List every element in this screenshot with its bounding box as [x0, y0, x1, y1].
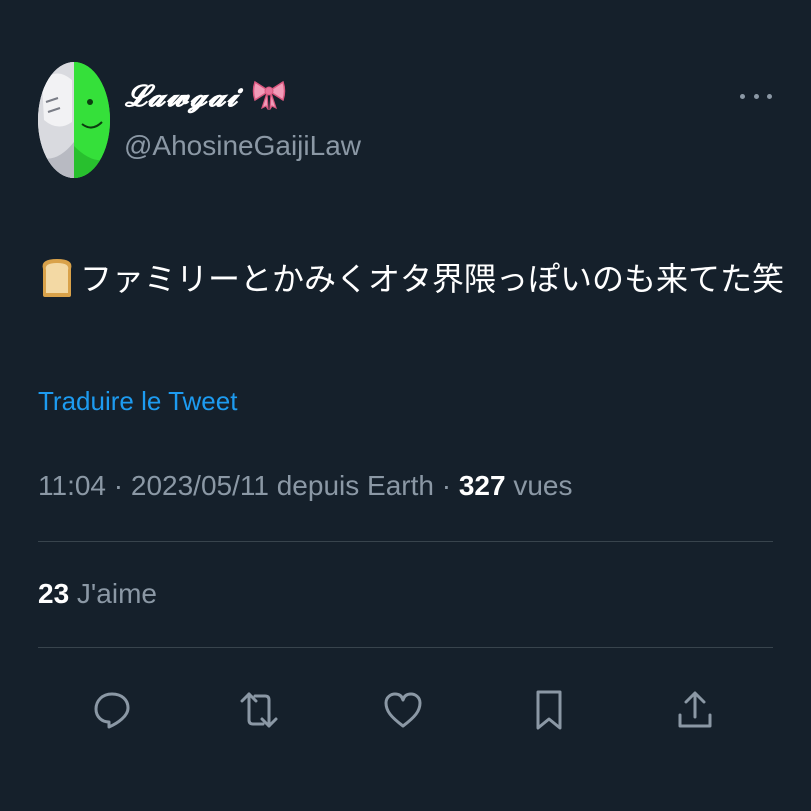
- tweet-source: depuis Earth: [268, 470, 434, 501]
- tweet-meta: 11:04 · 2023/05/11 depuis Earth · 327 vu…: [38, 470, 573, 502]
- translate-link[interactable]: Traduire le Tweet: [38, 386, 237, 417]
- more-options-icon[interactable]: [740, 86, 772, 106]
- display-name[interactable]: 𝓛𝓪𝔀𝓰𝓪𝓲: [125, 76, 286, 114]
- user-handle[interactable]: @AhosineGaijiLaw: [124, 130, 361, 162]
- like-icon: [384, 692, 422, 728]
- divider: [38, 541, 773, 542]
- ribbon-icon: [252, 80, 286, 112]
- tweet-date[interactable]: 2023/05/11: [131, 470, 269, 501]
- tweet-text-content: ファミリーとかみくオタ界隈っぽいのも来てた笑: [80, 260, 785, 298]
- views-label: vues: [505, 470, 573, 501]
- retweet-icon: [240, 692, 278, 728]
- like-button[interactable]: [373, 680, 433, 740]
- reply-button[interactable]: [82, 680, 142, 740]
- display-name-text: 𝓛𝓪𝔀𝓰𝓪𝓲: [125, 79, 239, 114]
- likes-count: 23: [38, 578, 70, 609]
- reply-icon: [94, 692, 130, 729]
- tweet-text: ファミリーとかみくオタ界隈っぽいのも来てた笑: [38, 254, 784, 300]
- views-count: 327: [458, 470, 506, 501]
- bread-icon: [42, 259, 72, 297]
- meta-separator: ·: [433, 470, 459, 501]
- share-button[interactable]: [665, 680, 725, 740]
- retweet-button[interactable]: [229, 680, 289, 740]
- bookmark-button[interactable]: [519, 680, 579, 740]
- tweet-time[interactable]: 11:04: [38, 470, 106, 501]
- likes-label: J'aime: [69, 578, 157, 609]
- avatar-image: [38, 62, 110, 178]
- meta-separator: ·: [106, 470, 131, 501]
- share-icon: [678, 691, 712, 728]
- bookmark-icon: [536, 690, 562, 730]
- divider: [38, 647, 773, 648]
- likes-stat[interactable]: 23 J'aime: [38, 578, 157, 610]
- avatar[interactable]: [38, 62, 110, 178]
